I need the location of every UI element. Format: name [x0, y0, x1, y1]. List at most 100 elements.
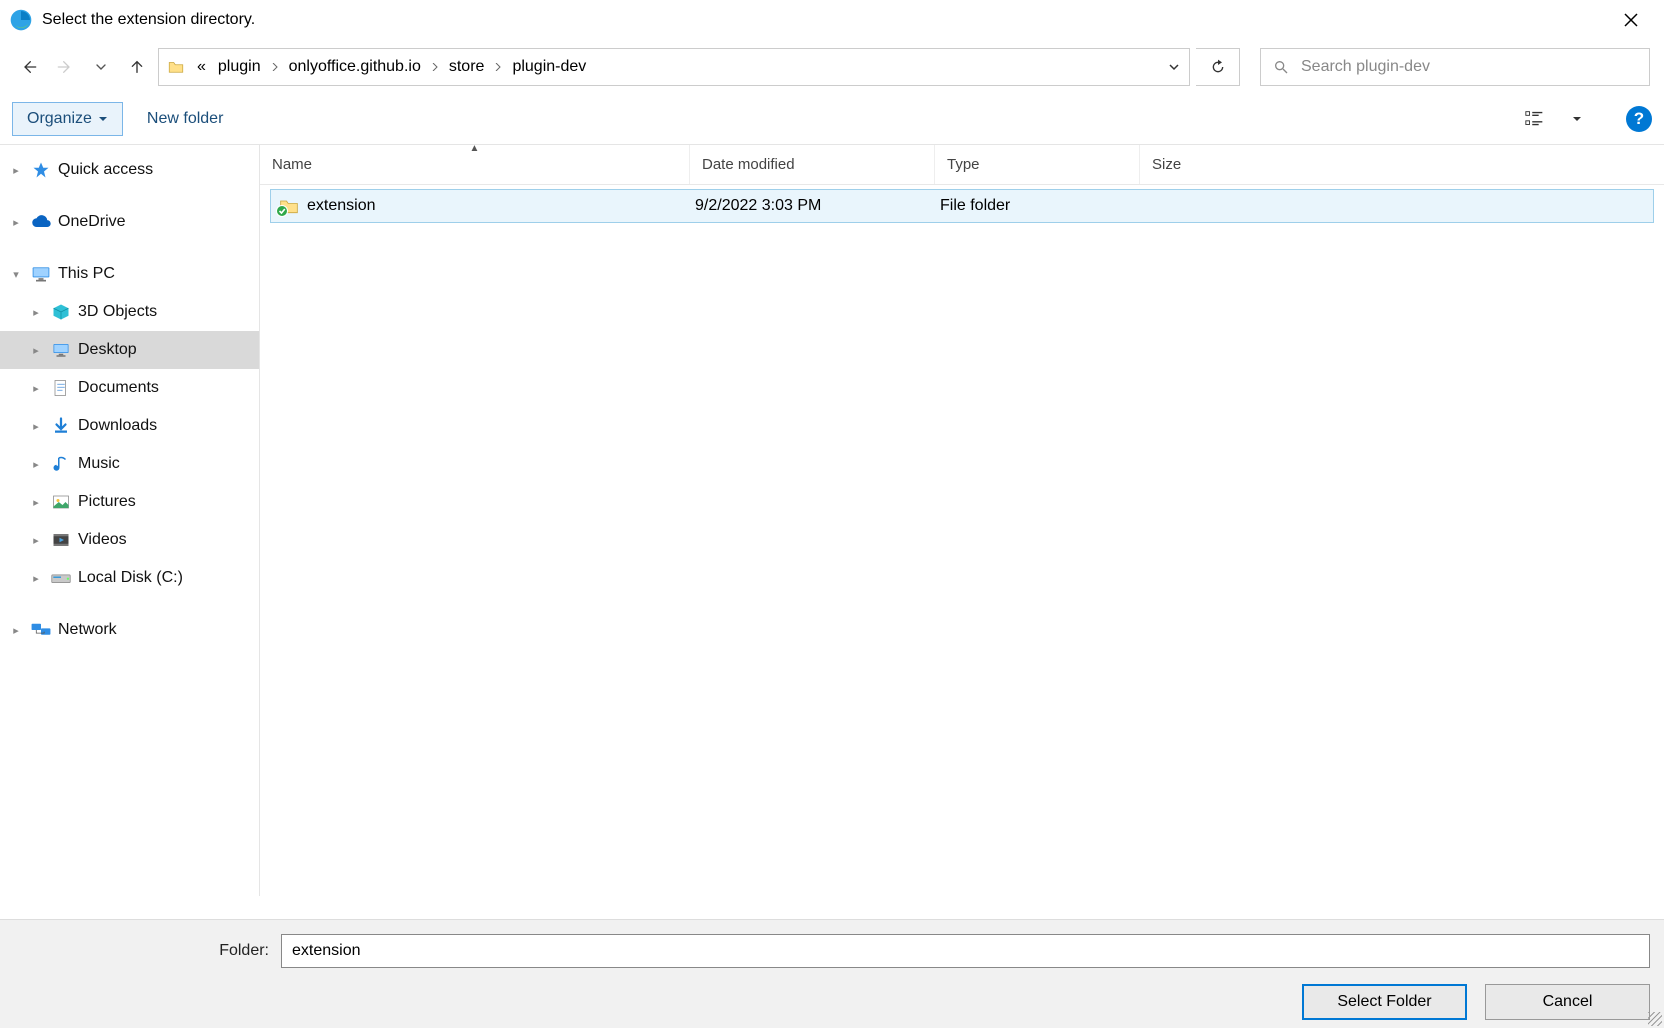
- tree-item-3d-objects[interactable]: ▸ 3D Objects: [0, 293, 259, 331]
- chevron-right-icon[interactable]: ▸: [8, 216, 24, 229]
- titlebar: Select the extension directory.: [0, 0, 1664, 40]
- file-type: File folder: [940, 197, 1010, 214]
- nav-tree: ▸ Quick access ▸ OneDrive ▾ This PC ▸ 3D …: [0, 145, 260, 896]
- tree-onedrive[interactable]: ▸ OneDrive: [0, 203, 259, 241]
- folder-name-input[interactable]: [281, 934, 1650, 968]
- tree-label: Music: [78, 455, 120, 473]
- chevron-down-icon[interactable]: ▾: [8, 268, 24, 281]
- organize-button[interactable]: Organize: [12, 102, 123, 136]
- tree-label: This PC: [58, 265, 115, 283]
- folder-icon: [159, 58, 193, 76]
- tree-label: Quick access: [58, 161, 153, 179]
- view-options-button[interactable]: [1518, 102, 1552, 136]
- column-headers: ▲ Name Date modified Type Size: [260, 145, 1664, 185]
- tree-item-icon: [50, 491, 72, 513]
- chevron-right-icon[interactable]: ▸: [28, 306, 44, 319]
- chevron-right-icon[interactable]: ▸: [28, 572, 44, 585]
- tree-item-icon: [50, 339, 72, 361]
- column-date-header[interactable]: Date modified: [690, 145, 935, 184]
- search-box[interactable]: [1260, 48, 1650, 86]
- chevron-right-icon[interactable]: ▸: [8, 624, 24, 637]
- chevron-right-icon[interactable]: ▸: [28, 420, 44, 433]
- tree-item-local-disk-c-[interactable]: ▸ Local Disk (C:): [0, 559, 259, 597]
- chevron-right-icon[interactable]: ▸: [28, 534, 44, 547]
- nav-recent-dropdown[interactable]: [86, 52, 116, 82]
- nav-forward-button[interactable]: [50, 52, 80, 82]
- tree-item-pictures[interactable]: ▸ Pictures: [0, 483, 259, 521]
- tree-item-videos[interactable]: ▸ Videos: [0, 521, 259, 559]
- chevron-right-icon[interactable]: ▸: [28, 344, 44, 357]
- search-input[interactable]: [1301, 58, 1637, 76]
- column-type-header[interactable]: Type: [935, 145, 1140, 184]
- navbar: « plugin onlyoffice.github.io store plug…: [0, 40, 1664, 94]
- tree-label: Desktop: [78, 341, 137, 359]
- address-dropdown[interactable]: [1159, 61, 1189, 73]
- breadcrumb: « plugin onlyoffice.github.io store plug…: [193, 56, 1159, 78]
- tree-item-music[interactable]: ▸ Music: [0, 445, 259, 483]
- search-icon: [1273, 59, 1289, 75]
- column-size-header[interactable]: Size: [1140, 145, 1270, 184]
- network-icon: [30, 619, 52, 641]
- tree-label: OneDrive: [58, 213, 126, 231]
- tree-network[interactable]: ▸ Network: [0, 611, 259, 649]
- breadcrumb-item[interactable]: onlyoffice.github.io: [285, 56, 425, 78]
- tree-label: Local Disk (C:): [78, 569, 183, 587]
- tree-item-icon: [50, 301, 72, 323]
- nav-back-button[interactable]: [14, 52, 44, 82]
- folder-field-label: Folder:: [14, 942, 269, 960]
- chevron-right-icon[interactable]: ▸: [28, 382, 44, 395]
- dialog-title: Select the extension directory.: [42, 11, 1608, 29]
- nav-up-button[interactable]: [122, 52, 152, 82]
- file-list: ▲ Name Date modified Type Size extension…: [260, 145, 1664, 896]
- toolbar: Organize New folder ?: [0, 94, 1664, 144]
- new-folder-button[interactable]: New folder: [139, 104, 231, 134]
- edge-icon: [10, 9, 32, 31]
- view-dropdown[interactable]: [1568, 102, 1586, 136]
- folder-icon: [279, 197, 299, 215]
- tree-item-desktop[interactable]: ▸ Desktop: [0, 331, 259, 369]
- tree-item-icon: [50, 567, 72, 589]
- address-bar[interactable]: « plugin onlyoffice.github.io store plug…: [158, 48, 1190, 86]
- close-button[interactable]: [1608, 4, 1654, 36]
- tree-item-documents[interactable]: ▸ Documents: [0, 369, 259, 407]
- tree-label: Network: [58, 621, 117, 639]
- column-label: Date modified: [702, 156, 795, 173]
- file-name: extension: [307, 197, 376, 215]
- chevron-right-icon: [492, 63, 504, 71]
- breadcrumb-prefix: «: [193, 56, 210, 78]
- tree-label: Documents: [78, 379, 159, 397]
- resize-grip[interactable]: [1648, 1012, 1662, 1026]
- dialog-footer: Folder: Select Folder Cancel: [0, 919, 1664, 1028]
- file-row[interactable]: extension9/2/2022 3:03 PMFile folder: [270, 189, 1654, 223]
- column-name-header[interactable]: ▲ Name: [260, 145, 690, 184]
- breadcrumb-item[interactable]: plugin-dev: [508, 56, 590, 78]
- column-label: Type: [947, 156, 980, 173]
- star-icon: [30, 159, 52, 181]
- tree-label: Downloads: [78, 417, 157, 435]
- column-label: Name: [272, 156, 312, 173]
- chevron-right-icon[interactable]: ▸: [28, 496, 44, 509]
- cloud-icon: [30, 211, 52, 233]
- tree-item-icon: [50, 453, 72, 475]
- tree-label: Pictures: [78, 493, 136, 511]
- tree-item-icon: [50, 377, 72, 399]
- tree-this-pc[interactable]: ▾ This PC: [0, 255, 259, 293]
- organize-label: Organize: [27, 110, 92, 128]
- chevron-right-icon: [429, 63, 441, 71]
- select-folder-button[interactable]: Select Folder: [1302, 984, 1467, 1020]
- tree-label: Videos: [78, 531, 127, 549]
- chevron-right-icon[interactable]: ▸: [28, 458, 44, 471]
- breadcrumb-item[interactable]: plugin: [214, 56, 265, 78]
- cancel-button[interactable]: Cancel: [1485, 984, 1650, 1020]
- column-label: Size: [1152, 156, 1181, 173]
- tree-item-icon: [50, 529, 72, 551]
- breadcrumb-item[interactable]: store: [445, 56, 489, 78]
- monitor-icon: [30, 263, 52, 285]
- tree-label: 3D Objects: [78, 303, 157, 321]
- tree-quick-access[interactable]: ▸ Quick access: [0, 151, 259, 189]
- help-button[interactable]: ?: [1626, 106, 1652, 132]
- chevron-right-icon[interactable]: ▸: [8, 164, 24, 177]
- refresh-button[interactable]: [1196, 48, 1240, 86]
- tree-item-icon: [50, 415, 72, 437]
- tree-item-downloads[interactable]: ▸ Downloads: [0, 407, 259, 445]
